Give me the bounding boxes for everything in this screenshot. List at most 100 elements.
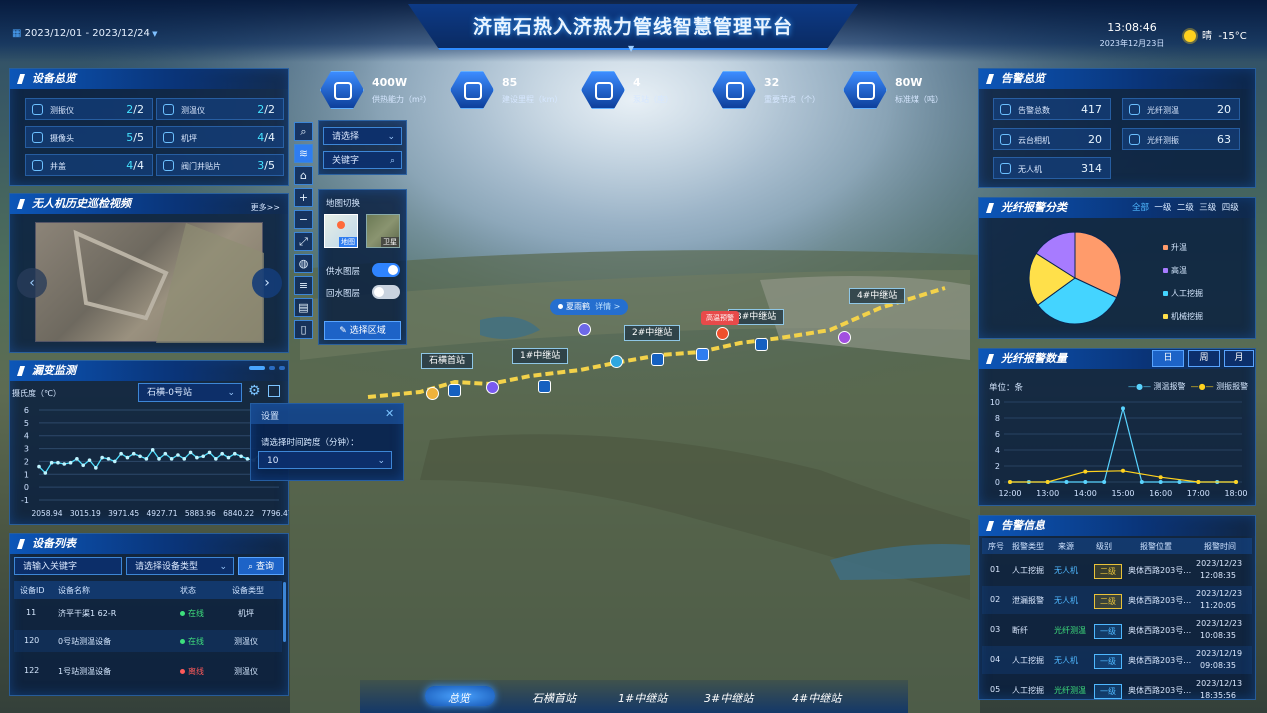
- cell-time: 12:08:35: [1200, 571, 1236, 580]
- close-icon[interactable]: ✕: [385, 407, 394, 420]
- data-point: [56, 460, 60, 465]
- layer-select[interactable]: 请选择 ⌄: [323, 127, 402, 145]
- date-range-picker[interactable]: ▦ 2023/12/01 - 2023/12/24 ▼: [12, 28, 158, 39]
- panel-title: 漏变监测: [10, 361, 288, 381]
- data-point: [1102, 480, 1107, 484]
- person-pin-icon[interactable]: [578, 323, 591, 336]
- station-pin-icon[interactable]: [538, 380, 551, 393]
- device-pin-icon[interactable]: [838, 331, 851, 344]
- measure-tool-button[interactable]: ▤: [294, 298, 313, 317]
- device-cell[interactable]: 摄像头 5/5: [25, 126, 153, 148]
- alarm-row[interactable]: 02 泄漏报警 无人机 二级 奥体西路203号… 2023/12/23 11:20:05: [982, 586, 1252, 614]
- tab-level1[interactable]: 一级: [1154, 203, 1171, 213]
- alarm-stat-cell[interactable]: 告警总数 417: [993, 98, 1111, 120]
- alarm-row[interactable]: 04 人工挖掘 无人机 一级 奥体西路203号… 2023/12/19 09:08:35: [982, 646, 1252, 674]
- tab-week[interactable]: 周: [1188, 350, 1220, 367]
- tab-level2[interactable]: 二级: [1177, 203, 1194, 213]
- drone-video-thumbnail[interactable]: [35, 222, 264, 343]
- more-link[interactable]: 更多>>: [251, 198, 280, 218]
- station-label[interactable]: 2#中继站: [624, 325, 681, 341]
- metric-coal: 80W 标准煤（吨）: [843, 71, 963, 109]
- nav-tab-label[interactable]: 总览: [448, 690, 470, 706]
- location-popup[interactable]: 夏雨鹤 详情 >: [550, 299, 629, 315]
- station-label[interactable]: 石横首站: [421, 353, 474, 369]
- station-pin-icon[interactable]: [755, 338, 768, 351]
- alarm-tag[interactable]: 高温预警: [701, 311, 739, 325]
- alarm-stat-cell[interactable]: 云台相机 20: [993, 128, 1111, 150]
- query-button[interactable]: ⌕ 查询: [238, 557, 284, 575]
- map-mode-thumbnail[interactable]: 地图: [324, 214, 358, 248]
- tab-day[interactable]: 日: [1152, 350, 1184, 367]
- level-tabs: 全部 一级 二级 三级 四级: [1132, 201, 1239, 213]
- cell-no: 01: [990, 565, 1001, 574]
- tab-level4[interactable]: 四级: [1222, 203, 1239, 213]
- station-label[interactable]: 1#中继站: [512, 348, 569, 364]
- manhole-icon: [32, 160, 43, 171]
- data-point: [68, 460, 73, 465]
- tab-month[interactable]: 月: [1224, 350, 1254, 367]
- device-cell[interactable]: 井盖 4/4: [25, 154, 153, 176]
- data-point: [49, 460, 54, 465]
- home-tool-button[interactable]: ⌂: [294, 166, 313, 185]
- device-pin-icon[interactable]: [696, 348, 709, 361]
- zoom-out-button[interactable]: −: [294, 210, 313, 229]
- metric-nodes: 32 重要节点（个）: [712, 71, 832, 109]
- select-area-button[interactable]: ✎ 选择区域: [324, 321, 401, 340]
- alarm-pin-icon[interactable]: [716, 327, 729, 340]
- alarm-stat-cell[interactable]: 光纤测振 63: [1122, 128, 1240, 150]
- cell-time: 09:08:35: [1200, 661, 1236, 670]
- search-tool-button[interactable]: ⌕: [294, 122, 313, 141]
- data-point: [100, 455, 104, 460]
- camera-pin-icon[interactable]: [486, 381, 499, 394]
- data-point: [1196, 480, 1201, 484]
- station-label[interactable]: 4#中继站: [849, 288, 906, 304]
- next-video-button[interactable]: ›: [252, 268, 282, 298]
- list-tool-button[interactable]: ≡: [294, 276, 313, 295]
- cell-level: 一级: [1094, 684, 1122, 699]
- layers-tool-button[interactable]: ≋: [294, 144, 313, 163]
- nav-tab-relay4[interactable]: 4#中继站: [792, 690, 841, 706]
- alarm-stat-cell[interactable]: 无人机 314: [993, 157, 1111, 179]
- prev-video-button[interactable]: ‹: [17, 268, 47, 298]
- map-keyword-input[interactable]: 关键字 ⌕: [323, 151, 402, 169]
- device-cell[interactable]: 机坪 4/4: [156, 126, 284, 148]
- fullscreen-icon[interactable]: [268, 385, 280, 397]
- gear-icon[interactable]: ⚙: [248, 383, 261, 399]
- station-pin-icon[interactable]: [448, 384, 461, 397]
- tab-level3[interactable]: 三级: [1199, 203, 1216, 213]
- nav-tab-relay1[interactable]: 1#中继站: [618, 690, 667, 706]
- globe-tool-button[interactable]: ◍: [294, 254, 313, 273]
- data-point: [169, 457, 174, 461]
- alarm-stat-cell[interactable]: 光纤测温 20: [1122, 98, 1240, 120]
- time-span-select[interactable]: 10 ⌄: [258, 451, 392, 469]
- tab-all[interactable]: 全部: [1132, 203, 1149, 213]
- chevron-down-icon[interactable]: ▼: [628, 44, 634, 53]
- device-type-select[interactable]: 请选择设备类型 ⌄: [126, 557, 234, 575]
- field-image: [73, 223, 264, 343]
- thermometer-tool-button[interactable]: ▯: [294, 320, 313, 339]
- supply-layer-toggle[interactable]: [372, 263, 400, 277]
- device-cell[interactable]: 测温仪 2/2: [156, 98, 284, 120]
- bus-pin-icon[interactable]: [610, 355, 623, 368]
- nav-tab-relay3[interactable]: 3#中继站: [704, 690, 753, 706]
- alarm-row[interactable]: 03 断纤 光纤测温 一级 奥体西路203号… 2023/12/23 10:08:35: [982, 616, 1252, 644]
- satellite-mode-thumbnail[interactable]: 卫星: [366, 214, 400, 248]
- alarm-row[interactable]: 05 人工挖掘 光纤测温 一级 奥体西路203号… 2023/12/13 18:35:56: [982, 676, 1252, 704]
- scrollbar[interactable]: [283, 582, 286, 642]
- table-row[interactable]: 11 济平干渠1 62-R 在线 机坪: [14, 602, 282, 624]
- return-layer-toggle[interactable]: [372, 285, 400, 299]
- device-cell[interactable]: 测振仪 2/2: [25, 98, 153, 120]
- keyword-input[interactable]: 请输入关键字: [14, 557, 122, 575]
- table-row[interactable]: 120 0号站测温设备 在线 测温仪: [14, 630, 282, 652]
- station-pin-icon[interactable]: [651, 353, 664, 366]
- panel-title: 无人机历史巡检视频 更多>>: [10, 194, 288, 214]
- heating-icon: [320, 71, 364, 109]
- device-cell[interactable]: 阀门井贴片 3/5: [156, 154, 284, 176]
- cell-no: 03: [990, 625, 1001, 634]
- zoom-in-button[interactable]: +: [294, 188, 313, 207]
- start-pin-icon[interactable]: [426, 387, 439, 400]
- table-row[interactable]: 122 1号站测温设备 离线 测温仪: [14, 660, 282, 682]
- nav-tab-station[interactable]: 石横首站: [532, 690, 576, 706]
- fullscreen-tool-button[interactable]: ⤢: [294, 232, 313, 251]
- alarm-row[interactable]: 01 人工挖掘 无人机 二级 奥体西路203号… 2023/12/23 12:08:35: [982, 556, 1252, 584]
